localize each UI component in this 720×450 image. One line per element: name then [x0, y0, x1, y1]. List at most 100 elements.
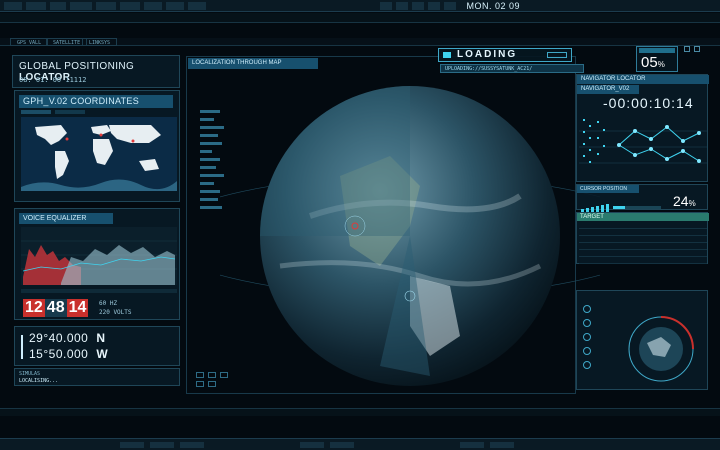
toolbar-chip[interactable]	[180, 442, 204, 448]
cursor-percent: 24%	[673, 193, 696, 209]
date-display: MON. 02 09	[466, 1, 520, 11]
navigator-panel: NAVIGATOR LOCATOR NAVIGATOR_V02 -00:00:1…	[576, 74, 709, 182]
table-row[interactable]	[579, 251, 707, 257]
bottom-toolbar	[0, 438, 720, 450]
world-map-graphic	[21, 117, 177, 191]
toolbar-chip[interactable]	[460, 442, 484, 448]
toolbar-chip[interactable]	[70, 2, 92, 10]
signal-bars-graphic	[581, 204, 661, 212]
percent-label-bar	[639, 48, 675, 53]
layer-list	[200, 110, 260, 220]
close-icon[interactable]	[694, 46, 700, 52]
navigator-network-graphic	[579, 119, 707, 164]
toolbar-chip[interactable]	[380, 2, 392, 10]
toolbar-chip[interactable]	[26, 2, 46, 10]
tab-satellite[interactable]: SATELLITE	[46, 38, 88, 46]
scan-button[interactable]	[583, 361, 591, 369]
toolbar-chip[interactable]	[412, 2, 424, 10]
coordinates-panel: GPH_V.02 COORDINATES	[14, 90, 180, 202]
percent-readout: 05%	[641, 54, 665, 71]
map-control-button[interactable]	[208, 381, 216, 387]
mini-globe[interactable]	[627, 315, 695, 383]
coordinates-title: GPH_V.02 COORDINATES	[19, 95, 173, 108]
time-clock: 12 48 14	[23, 299, 89, 317]
scan-panel	[576, 290, 708, 390]
clock-seconds: 14	[66, 299, 89, 317]
equalizer-scrollbar[interactable]	[21, 289, 177, 293]
table-row[interactable]	[579, 230, 707, 236]
world-map[interactable]	[21, 117, 177, 191]
list-item[interactable]	[200, 190, 220, 193]
toolbar-chip[interactable]	[120, 2, 140, 10]
status-label: SIMULAS	[19, 371, 41, 377]
scan-button[interactable]	[583, 333, 591, 341]
scan-button[interactable]	[583, 305, 591, 313]
list-item[interactable]	[200, 110, 220, 113]
window-button[interactable]	[684, 46, 690, 52]
lat-long-panel: 29°40.000 N 15°50.000 W	[14, 326, 180, 366]
toolbar-chip[interactable]	[144, 2, 162, 10]
toolbar-chip[interactable]	[188, 2, 206, 10]
toolbar-chip[interactable]	[166, 2, 184, 10]
toolbar-chip[interactable]	[120, 442, 144, 448]
title-prefix: GLOBAL POSITIONING	[19, 61, 135, 72]
target-panel: TARGET	[576, 212, 709, 264]
upload-path: UPLOADING://SUSSYSATUNK_AC21/	[440, 64, 584, 73]
mini-globe-graphic	[628, 316, 694, 382]
map-control-button[interactable]	[196, 381, 204, 387]
equalizer-graph	[21, 227, 177, 285]
toolbar-chip[interactable]	[444, 2, 456, 10]
globe-graphic	[159, 86, 661, 386]
gps-timestamp: 08: 01: 00 11112	[19, 76, 87, 84]
toolbar-chip[interactable]	[428, 2, 440, 10]
table-row[interactable]	[579, 244, 707, 250]
list-item[interactable]	[200, 206, 222, 209]
toolbar-chip[interactable]	[4, 2, 22, 10]
list-item[interactable]	[200, 158, 220, 161]
table-row[interactable]	[579, 258, 707, 264]
cursor-unit: %	[688, 199, 696, 208]
percent-indicator: 05%	[636, 46, 678, 72]
loading-icon	[443, 52, 451, 58]
list-item[interactable]	[200, 142, 222, 145]
table-row[interactable]	[579, 237, 707, 243]
panel-tab[interactable]	[21, 110, 51, 114]
list-item[interactable]	[200, 166, 216, 169]
table-row[interactable]	[579, 223, 707, 229]
navigator-graph[interactable]	[579, 115, 707, 179]
earth-globe[interactable]	[159, 46, 661, 426]
scan-button[interactable]	[583, 347, 591, 355]
cursor-position-title: CURSOR POSITION	[577, 185, 639, 193]
tab-gps-vall[interactable]: GPS VALL	[10, 38, 49, 46]
equalizer-graphic	[21, 227, 177, 285]
loading-label: LOADING	[457, 49, 518, 60]
map-control-button[interactable]	[220, 372, 228, 378]
list-item[interactable]	[200, 150, 212, 153]
loading-progress	[547, 52, 567, 58]
frequency-readout: 60 HZ 220 VOLTS	[99, 299, 132, 317]
localising-status-panel: SIMULAS LOCALISING...	[14, 368, 180, 386]
bottom-status-bar	[0, 408, 720, 416]
navigator-title: NAVIGATOR LOCATOR	[577, 75, 709, 84]
voice-equalizer-title: VOICE EQUALIZER	[19, 213, 113, 224]
map-control-button[interactable]	[196, 372, 204, 378]
list-item[interactable]	[200, 182, 214, 185]
list-item[interactable]	[200, 126, 224, 129]
gps-header-panel: GLOBAL POSITIONING LOCATOR 08: 01: 00 11…	[12, 55, 180, 88]
toolbar-chip[interactable]	[150, 442, 174, 448]
toolbar-chip[interactable]	[490, 442, 514, 448]
map-control-button[interactable]	[208, 372, 216, 378]
list-item[interactable]	[200, 198, 218, 201]
status-text: LOCALISING...	[19, 378, 59, 384]
list-item[interactable]	[200, 174, 224, 177]
panel-tab[interactable]	[55, 110, 85, 114]
toolbar-chip[interactable]	[396, 2, 408, 10]
toolbar-chip[interactable]	[300, 442, 324, 448]
toolbar-chip[interactable]	[96, 2, 116, 10]
toolbar-chip[interactable]	[330, 442, 354, 448]
list-item[interactable]	[200, 118, 214, 121]
tab-linksys[interactable]: LINKSYS	[82, 38, 118, 46]
toolbar-chip[interactable]	[50, 2, 66, 10]
scan-button[interactable]	[583, 319, 591, 327]
list-item[interactable]	[200, 134, 218, 137]
